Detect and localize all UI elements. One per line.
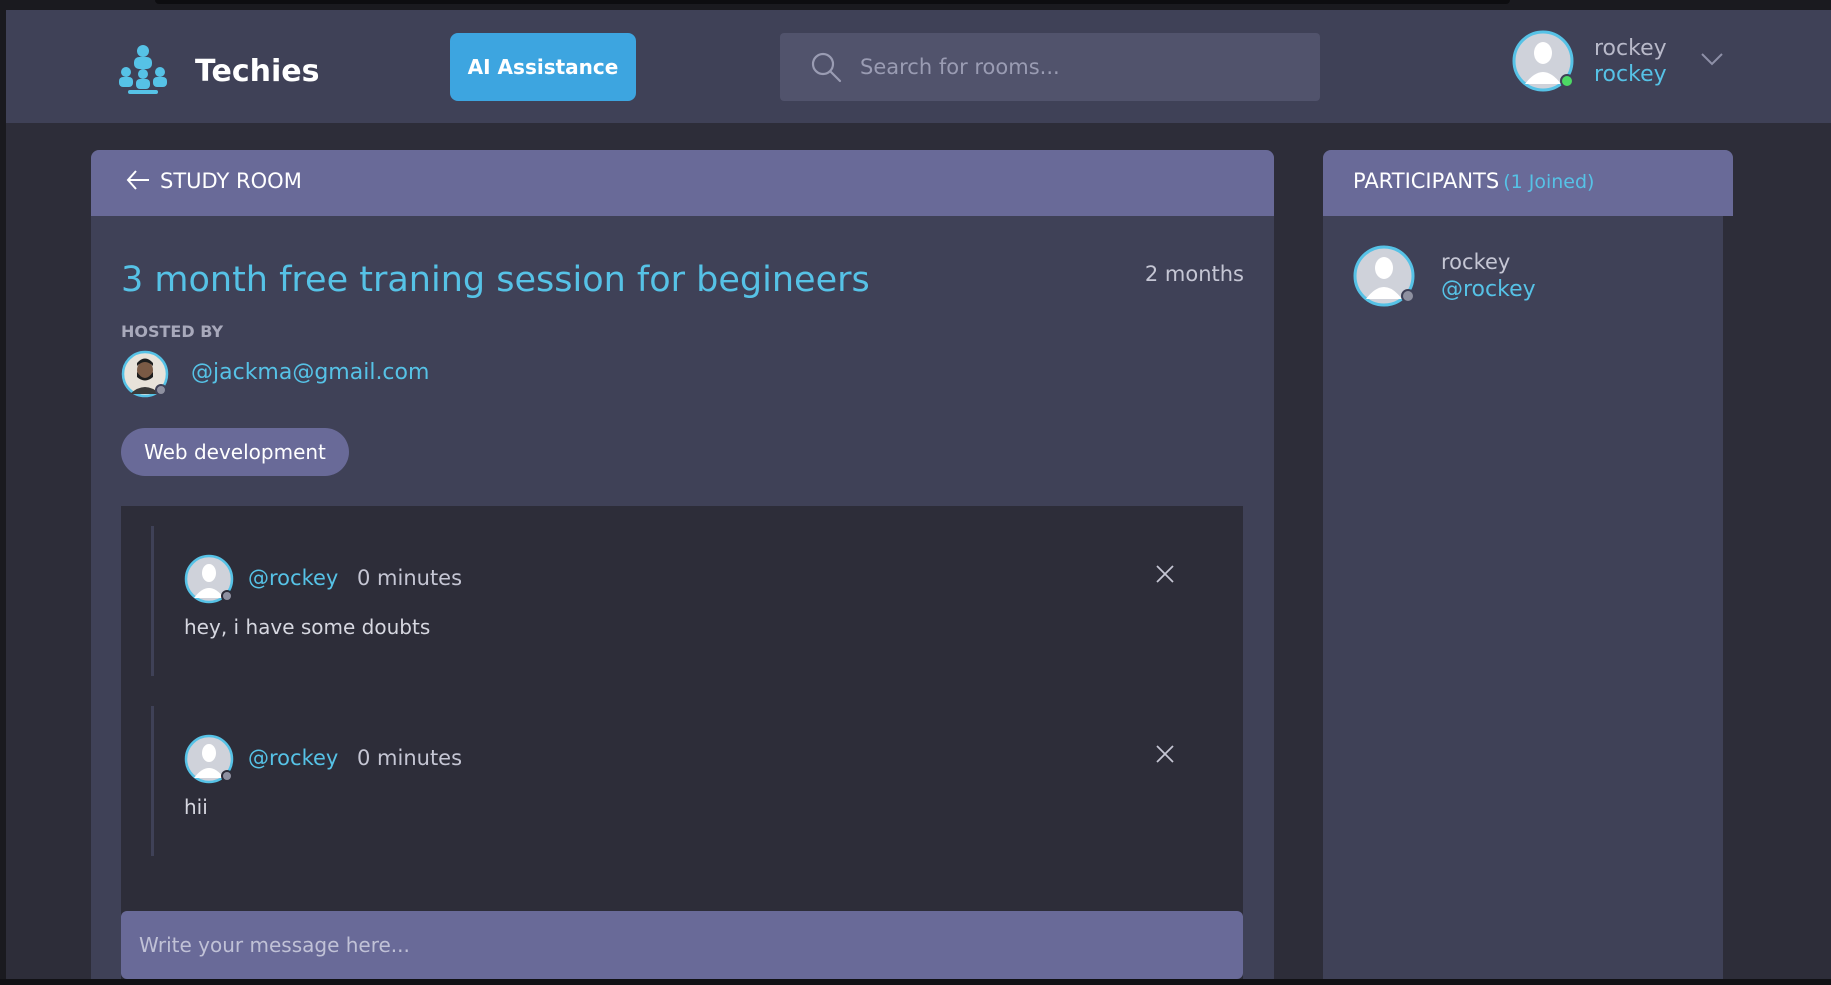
message-time: 0 minutes — [357, 746, 463, 770]
participants-header: PARTICIPANTS (1 Joined) — [1323, 150, 1733, 216]
scrollbar-track[interactable] — [1723, 216, 1733, 985]
avatar[interactable] — [184, 554, 234, 604]
user-avatar[interactable] — [1512, 30, 1574, 92]
participants-panel: PARTICIPANTS (1 Joined) rockey @rockey — [1323, 150, 1733, 985]
arrow-left-icon[interactable] — [125, 168, 151, 192]
hosted-by-label: HOSTED BY — [121, 322, 224, 341]
chevron-down-icon[interactable] — [1700, 52, 1724, 66]
participants-title: PARTICIPANTS (1 Joined) — [1353, 169, 1594, 193]
message-body: hey, i have some doubts — [184, 615, 431, 639]
window-bottom-edge — [0, 979, 1831, 985]
avatar[interactable] — [1353, 245, 1415, 307]
search-input[interactable] — [860, 33, 1300, 101]
participant-handle[interactable]: @rockey — [1441, 277, 1536, 302]
user-handle[interactable]: rockey — [1594, 62, 1667, 87]
message-author[interactable]: @rockey — [248, 566, 338, 590]
room-age: 2 months — [1144, 262, 1244, 286]
top-header: Techies AI Assistance rockey rockey — [6, 10, 1831, 123]
search-bar — [780, 33, 1320, 101]
techies-logo-icon[interactable] — [116, 42, 170, 96]
ai-assistance-button[interactable]: AI Assistance — [450, 33, 636, 101]
message-author[interactable]: @rockey — [248, 746, 338, 770]
close-icon[interactable] — [1154, 563, 1176, 585]
close-icon[interactable] — [1154, 743, 1176, 765]
message-input[interactable] — [121, 911, 1243, 979]
room-section-label: STUDY ROOM — [160, 169, 302, 193]
message-item: @rockey 0 minutes hey, i have some doubt… — [151, 526, 1211, 676]
window-top-shadow — [155, 0, 1510, 4]
message-body: hii — [184, 795, 208, 819]
brand-name[interactable]: Techies — [195, 54, 319, 89]
host-link[interactable]: @jackma@gmail.com — [191, 360, 429, 385]
participants-count: (1 Joined) — [1503, 171, 1595, 193]
message-thread: @rockey 0 minutes hey, i have some doubt… — [121, 506, 1243, 981]
study-room-panel: STUDY ROOM 3 month free traning session … — [91, 150, 1274, 985]
topic-tag[interactable]: Web development — [121, 428, 349, 476]
message-item: @rockey 0 minutes hii — [151, 706, 1211, 856]
user-name[interactable]: rockey — [1594, 36, 1667, 61]
search-icon — [811, 52, 842, 83]
participants-label: PARTICIPANTS — [1353, 169, 1500, 193]
room-title: 3 month free traning session for beginee… — [121, 260, 870, 300]
message-composer — [121, 911, 1243, 979]
participant-name[interactable]: rockey — [1441, 250, 1510, 274]
message-time: 0 minutes — [357, 566, 463, 590]
host-avatar[interactable] — [121, 350, 169, 398]
avatar[interactable] — [184, 734, 234, 784]
room-header: STUDY ROOM — [91, 150, 1274, 216]
